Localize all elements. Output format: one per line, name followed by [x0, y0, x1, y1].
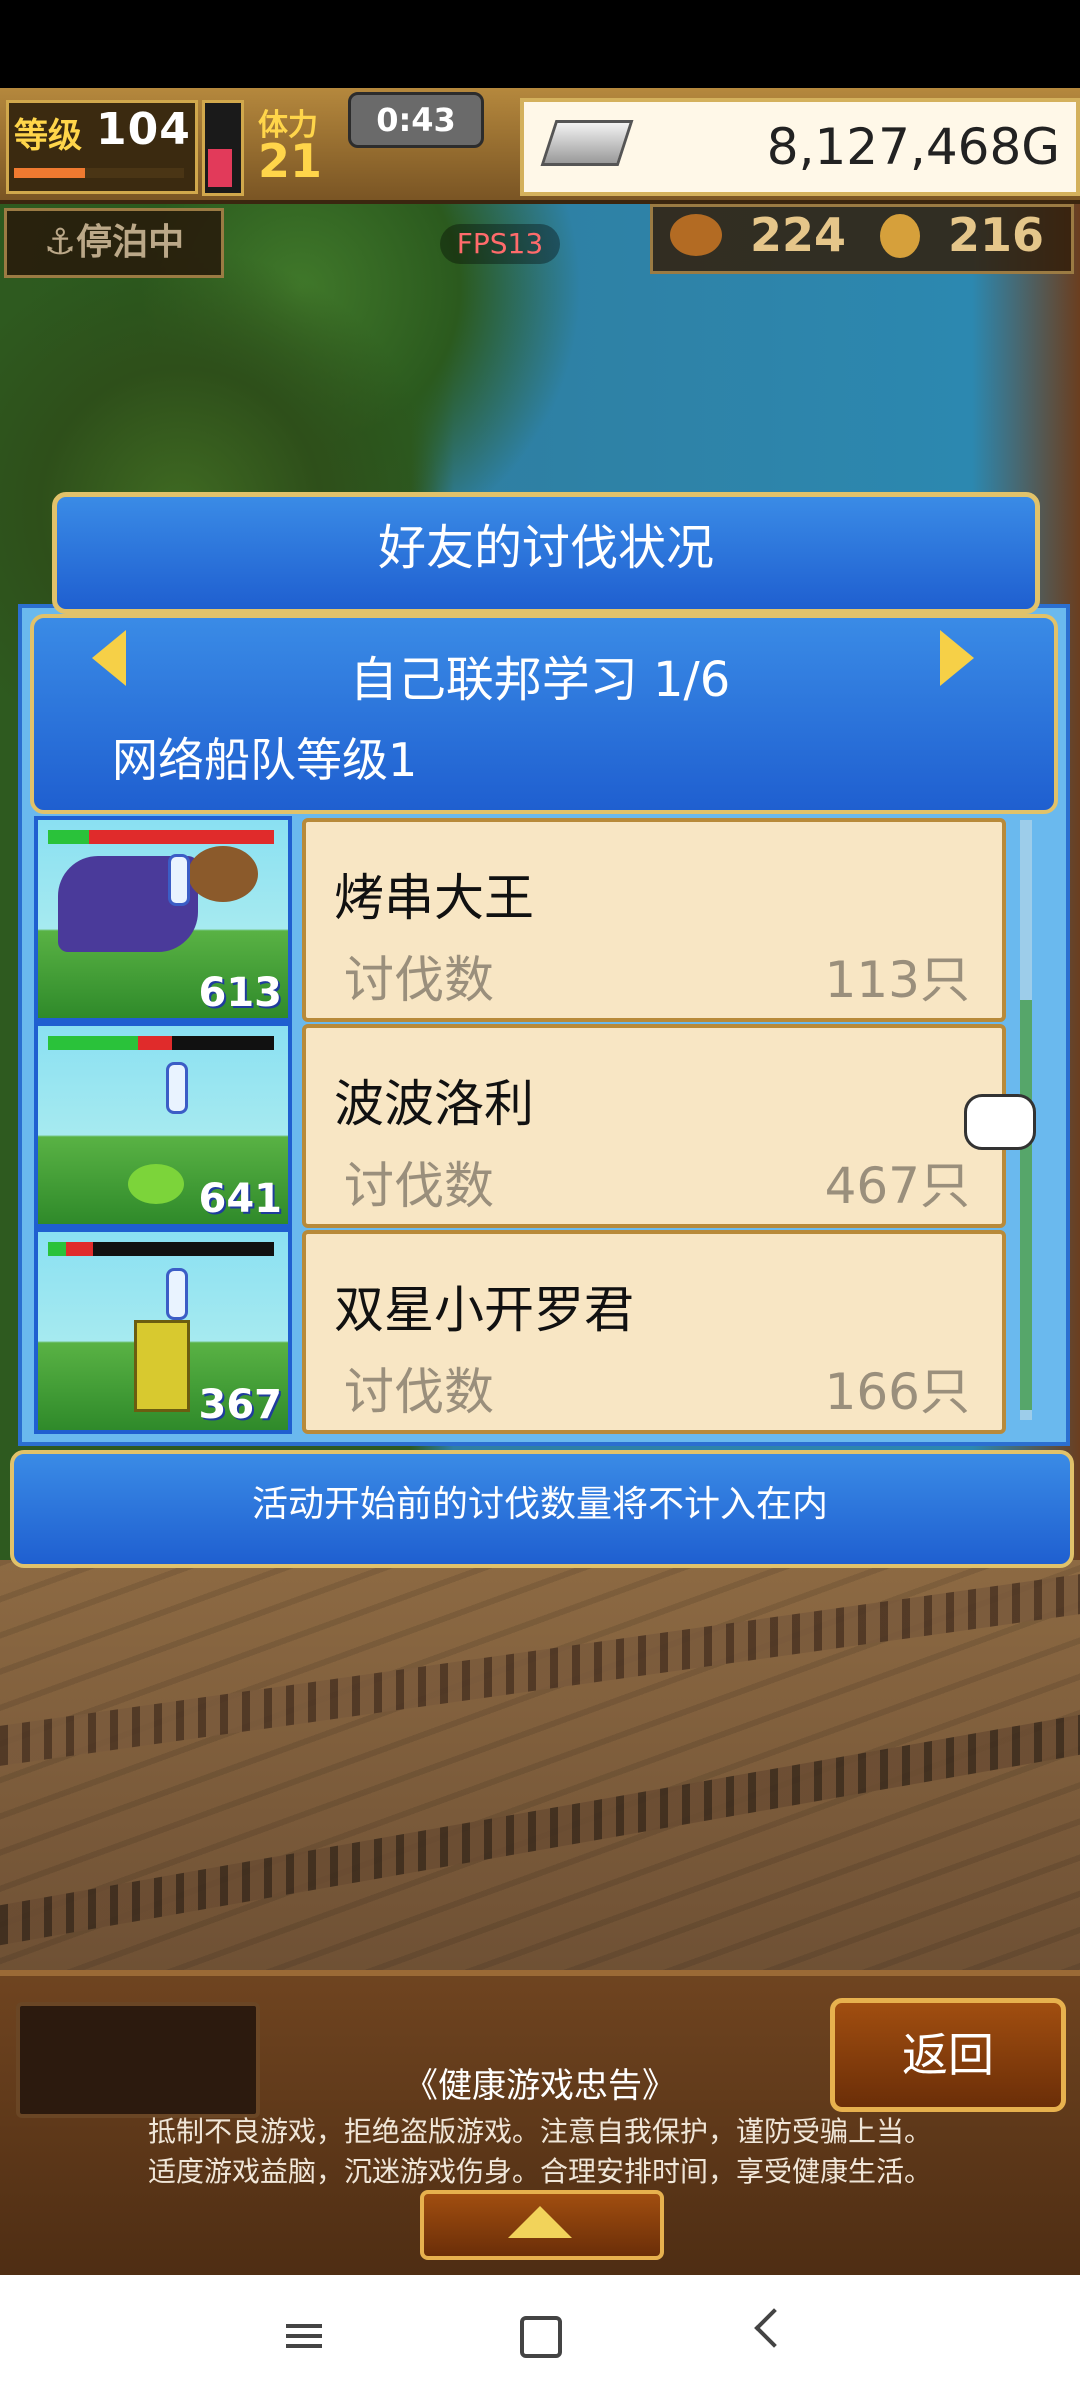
gold-amount: 8,127,468G	[766, 118, 1060, 176]
menu-icon[interactable]	[286, 2318, 322, 2350]
monster-sprite	[134, 1320, 190, 1412]
health-notice-line: 适度游戏益脑，沉迷游戏伤身。合理安排时间，享受健康生活。	[147, 2155, 932, 2188]
monster-sprite	[128, 1164, 184, 1204]
fleet-level: 网络船队等级1	[112, 733, 418, 787]
hunt-count-label: 讨伐数	[344, 1363, 494, 1421]
hunt-count: 113只	[824, 951, 970, 1009]
monster-thumbnail[interactable]: 613	[34, 816, 292, 1022]
hunt-count: 467只	[824, 1157, 970, 1215]
left-arrow-icon[interactable]	[92, 630, 126, 686]
hp-bar-green	[48, 1036, 139, 1050]
hunt-count-label: 讨伐数	[344, 1157, 494, 1215]
exclamation-icon	[166, 1062, 188, 1114]
monster-number: 613	[198, 970, 283, 1016]
anchor-icon: ⚓	[43, 222, 77, 263]
exclamation-icon	[168, 854, 190, 906]
status-bar	[0, 0, 1080, 88]
group-title: 自己联邦学习 1/6	[349, 652, 731, 708]
level-value: 104	[96, 104, 191, 155]
exclamation-icon	[166, 1268, 188, 1320]
resource-2-value: 216	[948, 208, 1045, 262]
wood-icon	[670, 214, 722, 256]
hp-bar-green	[48, 1242, 67, 1256]
right-arrow-icon[interactable]	[940, 630, 974, 686]
monster-sprite	[188, 846, 258, 902]
silver-bar-icon	[540, 120, 634, 166]
hp-bar-green	[48, 830, 89, 844]
timer: 0:43	[348, 92, 484, 148]
up-arrow-icon	[508, 2206, 572, 2238]
resource-1-value: 224	[750, 208, 847, 262]
stamina-gauge-fill	[208, 149, 232, 187]
hp-bar-red	[88, 830, 274, 844]
monster-thumbnail[interactable]: 367	[34, 1228, 292, 1434]
monster-number: 367	[198, 1382, 283, 1428]
notice-text: 活动开始前的讨伐数量将不计入在内	[251, 1484, 828, 1525]
scrollbar-thumb[interactable]	[1020, 1000, 1032, 1410]
hand-pointer-icon	[964, 1094, 1036, 1150]
coin-icon	[880, 214, 920, 258]
level-label: 等级	[14, 116, 82, 156]
hunt-count-label: 讨伐数	[344, 951, 494, 1009]
fps-counter: FPS13	[440, 224, 560, 264]
anchor-status[interactable]: ⚓停泊中	[4, 208, 224, 278]
monster-thumbnail[interactable]: 641	[34, 1022, 292, 1228]
health-notice-line: 抵制不良游戏，拒绝盗版游戏。注意自我保护，谨防受骗上当。	[147, 2115, 932, 2148]
panel-title: 好友的讨伐状况	[377, 520, 714, 576]
hp-bar-red	[66, 1242, 94, 1256]
health-notice-title: 《健康游戏忠告》	[404, 2066, 676, 2106]
friend-name: 烤串大王	[334, 869, 534, 927]
hunt-count: 166只	[824, 1363, 970, 1421]
monster-number: 641	[198, 1176, 283, 1222]
friend-name: 波波洛利	[334, 1075, 534, 1133]
friend-name: 双星小开罗君	[334, 1281, 634, 1339]
home-icon[interactable]	[520, 2316, 562, 2358]
hp-bar-red	[138, 1036, 173, 1050]
exp-bar-fill	[14, 168, 86, 178]
stamina-value: 21	[258, 134, 323, 188]
anchor-status-label: 停泊中	[76, 222, 185, 263]
